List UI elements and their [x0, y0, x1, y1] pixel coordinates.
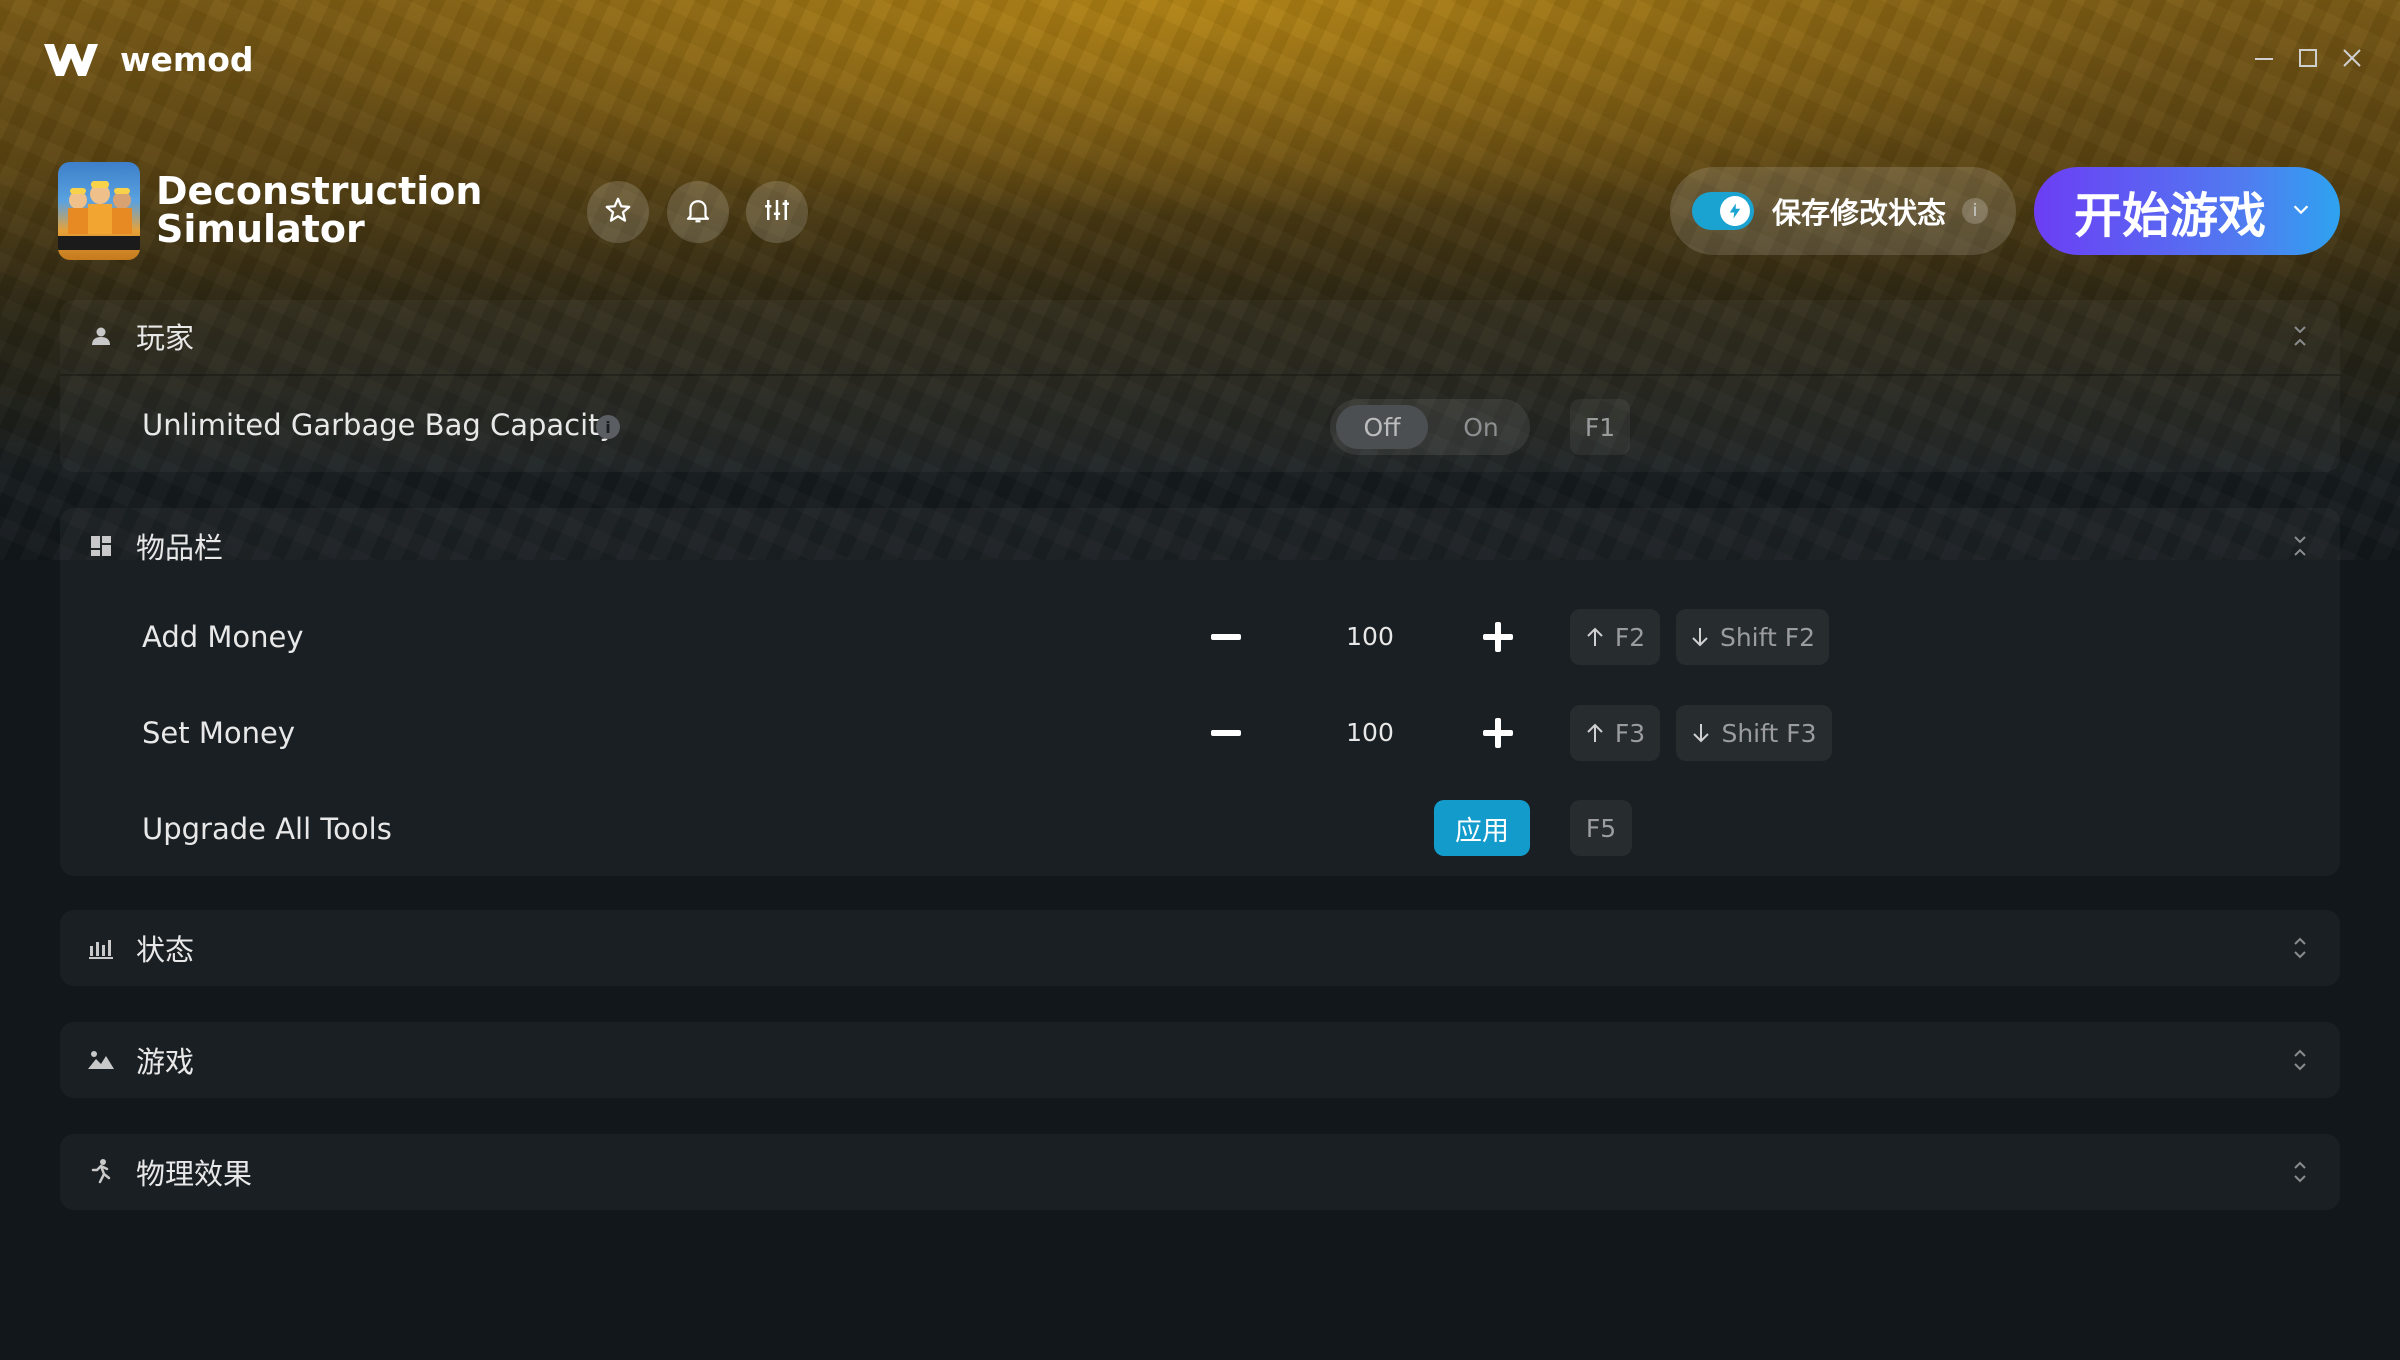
- favorite-star-icon: [603, 195, 633, 229]
- bar-chart-icon: [86, 933, 116, 963]
- arrow-up-icon: [1587, 627, 1603, 646]
- game-cover-image: [58, 162, 140, 260]
- hotkey-label: F1: [1584, 412, 1616, 442]
- hotkey-decrease-shift-f2[interactable]: Shift F2: [1676, 609, 1829, 665]
- minimize-icon[interactable]: [2250, 44, 2278, 72]
- section-label: 物品栏: [136, 531, 224, 565]
- lightning-icon: [1720, 196, 1750, 226]
- apply-button[interactable]: 应用: [1434, 800, 1530, 856]
- favorite-button[interactable]: [587, 181, 649, 243]
- toggle-on-option[interactable]: On: [1438, 405, 1524, 449]
- cheat-info-icon[interactable]: i: [596, 415, 620, 439]
- grid-dashboard-icon: [86, 531, 116, 561]
- section-header-inventory[interactable]: 物品栏: [60, 508, 2340, 584]
- toggle-off-option[interactable]: Off: [1336, 405, 1428, 449]
- hotkey-decrease-shift-f3[interactable]: Shift F3: [1676, 705, 1832, 761]
- decrement-button[interactable]: [1196, 607, 1256, 667]
- arrow-down-icon: [1693, 724, 1710, 743]
- settings-sliders-icon: [762, 195, 792, 229]
- hotkey-label: F2: [1614, 622, 1646, 652]
- game-settings-button[interactable]: [746, 181, 808, 243]
- landscape-icon: [86, 1045, 116, 1075]
- save-mods-control: 保存修改状态 i: [1670, 167, 2016, 255]
- section-divider: [60, 374, 2340, 376]
- hotkey-label: F3: [1614, 718, 1646, 748]
- section-label: 玩家: [136, 321, 195, 355]
- decrement-button[interactable]: [1196, 703, 1256, 763]
- notification-bell-icon: [683, 195, 713, 229]
- section-header-stats[interactable]: 状态: [60, 910, 2340, 986]
- hotkey-label: F5: [1585, 813, 1617, 843]
- game-hero-background: [0, 0, 2400, 560]
- game-title-line1: Deconstruction: [156, 169, 483, 213]
- play-button[interactable]: 开始游戏: [2034, 167, 2340, 255]
- maximize-icon[interactable]: [2294, 44, 2322, 72]
- hotkey-increase-f3[interactable]: F3: [1570, 705, 1660, 761]
- section-header-physics[interactable]: 物理效果: [60, 1134, 2340, 1210]
- hotkey-f5[interactable]: F5: [1570, 800, 1632, 856]
- chevron-down-icon[interactable]: [2290, 198, 2312, 224]
- save-mods-toggle[interactable]: [1692, 192, 1754, 230]
- person-icon: [86, 321, 116, 351]
- toggle-unlimited-garbage-bag[interactable]: Off On: [1330, 399, 1530, 455]
- hotkey-f1[interactable]: F1: [1570, 399, 1630, 455]
- collapse-chevron-icon[interactable]: [2288, 532, 2312, 560]
- cheat-label-set-money: Set Money: [142, 716, 295, 750]
- arrow-up-icon: [1587, 723, 1603, 742]
- wemod-logo-icon: [40, 38, 102, 82]
- expand-chevron-icon[interactable]: [2288, 1046, 2312, 1074]
- hotkey-increase-f2[interactable]: F2: [1570, 609, 1660, 665]
- minus-icon: [1211, 730, 1241, 736]
- stepper-value[interactable]: 100: [1310, 718, 1430, 747]
- section-label: 状态: [136, 933, 195, 967]
- section-label: 物理效果: [136, 1157, 253, 1191]
- save-mods-info-icon[interactable]: i: [1962, 198, 1989, 224]
- cheat-label-add-money: Add Money: [142, 620, 304, 654]
- game-title-line2: Simulator: [156, 207, 365, 251]
- arrow-down-icon: [1692, 628, 1708, 647]
- plus-icon: [1483, 718, 1513, 748]
- app-name: wemod: [120, 40, 254, 79]
- increment-button[interactable]: [1468, 607, 1528, 667]
- play-button-label: 开始游戏: [2074, 188, 2267, 244]
- expand-chevron-icon[interactable]: [2288, 1158, 2312, 1186]
- save-mods-label: 保存修改状态: [1772, 196, 1947, 230]
- section-label: 游戏: [136, 1045, 195, 1079]
- game-title: Deconstruction Simulator: [156, 169, 483, 251]
- minus-icon: [1211, 634, 1241, 640]
- hotkey-label: Shift F2: [1719, 622, 1816, 652]
- section-header-game[interactable]: 游戏: [60, 1022, 2340, 1098]
- increment-button[interactable]: [1468, 703, 1528, 763]
- close-icon[interactable]: [2338, 44, 2366, 72]
- plus-icon: [1483, 622, 1513, 652]
- cheat-label-upgrade-all-tools: Upgrade All Tools: [142, 812, 392, 846]
- hotkey-label: Shift F3: [1721, 718, 1817, 748]
- collapse-chevron-icon[interactable]: [2288, 322, 2312, 350]
- cheat-label-unlimited-garbage-bag: Unlimited Garbage Bag Capacity: [142, 408, 617, 442]
- section-header-player[interactable]: 玩家: [60, 298, 2340, 374]
- stepper-value[interactable]: 100: [1310, 622, 1430, 651]
- expand-chevron-icon[interactable]: [2288, 934, 2312, 962]
- notifications-button[interactable]: [667, 181, 729, 243]
- running-figure-icon: [86, 1157, 116, 1187]
